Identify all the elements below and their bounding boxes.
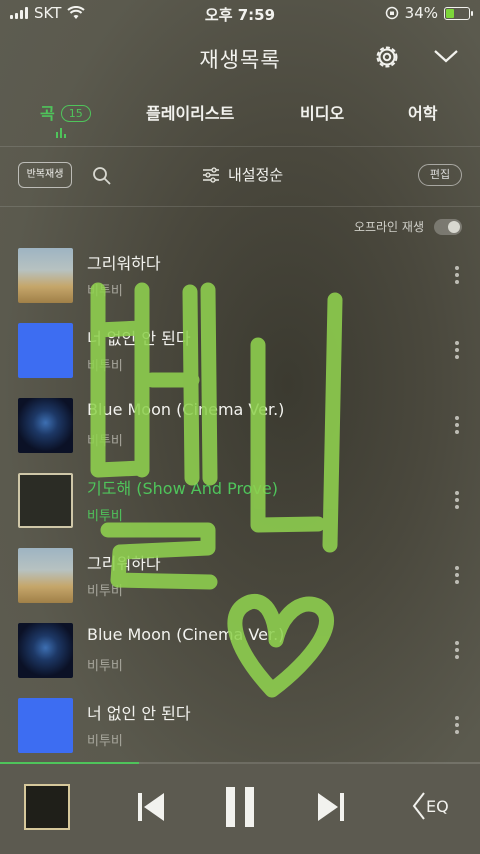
song-artist: 비투비 bbox=[87, 434, 123, 449]
page-title: 재생목록 bbox=[199, 48, 281, 72]
offline-label: 오프라인 재생 bbox=[353, 220, 424, 234]
sliders-icon bbox=[203, 166, 219, 183]
more-icon[interactable] bbox=[452, 641, 462, 659]
tab-songs[interactable]: 곡 15 bbox=[40, 100, 91, 124]
tab-bar: 곡 15 플레이리스트 비디오 어학 bbox=[0, 100, 480, 138]
offline-play: 오프라인 재생 bbox=[354, 218, 462, 235]
speaker-icon bbox=[412, 792, 425, 820]
album-art bbox=[18, 398, 73, 453]
next-icon[interactable] bbox=[316, 791, 346, 823]
status-bar: SKT 오후 7:59 34% bbox=[0, 0, 480, 28]
toolbar: 반복재생 내설정순 편집 bbox=[0, 160, 480, 192]
eq-button[interactable]: EQ bbox=[412, 791, 449, 821]
song-artist: 비투비 bbox=[87, 734, 123, 749]
sort-button[interactable]: 내설정순 bbox=[202, 164, 283, 185]
song-title: 그리워하다 bbox=[87, 254, 161, 273]
divider bbox=[0, 146, 480, 147]
song-artist: 비투비 bbox=[87, 509, 123, 524]
chevron-down-icon[interactable] bbox=[432, 46, 460, 66]
search-icon[interactable] bbox=[92, 166, 112, 186]
song-title: 너 없인 안 된다 bbox=[87, 704, 191, 723]
more-icon[interactable] bbox=[452, 491, 462, 509]
more-icon[interactable] bbox=[452, 716, 462, 734]
more-icon[interactable] bbox=[452, 566, 462, 584]
song-artist: 비투비 bbox=[87, 659, 123, 674]
song-title: Blue Moon (Cinema Ver.) bbox=[87, 625, 285, 644]
tab-songs-label: 곡 bbox=[40, 104, 55, 123]
tab-playlists[interactable]: 플레이리스트 bbox=[146, 100, 234, 124]
more-icon[interactable] bbox=[452, 266, 462, 284]
album-art bbox=[18, 698, 73, 753]
song-count-badge: 15 bbox=[60, 105, 91, 122]
pause-icon[interactable] bbox=[224, 786, 256, 828]
offline-toggle[interactable] bbox=[434, 218, 462, 235]
list-item-playing[interactable]: 기도해 (Show And Prove) 비투비 bbox=[0, 473, 480, 531]
list-item[interactable]: 그리워하다 비투비 bbox=[0, 248, 480, 306]
battery-icon bbox=[444, 6, 473, 20]
album-art bbox=[18, 323, 73, 378]
gear-icon[interactable] bbox=[372, 42, 402, 72]
eq-label: EQ bbox=[426, 796, 449, 816]
tab-language[interactable]: 어학 bbox=[408, 100, 437, 124]
list-item[interactable]: Blue Moon (Cinema Ver.) 비투비 bbox=[0, 398, 480, 456]
more-icon[interactable] bbox=[452, 416, 462, 434]
song-title: 기도해 (Show And Prove) bbox=[87, 479, 279, 498]
song-title: Blue Moon (Cinema Ver.) bbox=[87, 400, 285, 419]
song-artist: 비투비 bbox=[87, 359, 123, 374]
song-artist: 비투비 bbox=[87, 584, 123, 599]
repeat-button[interactable]: 반복재생 bbox=[18, 162, 72, 188]
album-art bbox=[18, 623, 73, 678]
list-item[interactable]: 그리워하다 비투비 bbox=[0, 548, 480, 606]
album-art bbox=[18, 248, 73, 303]
edit-button[interactable]: 편집 bbox=[418, 164, 462, 186]
song-artist: 비투비 bbox=[87, 284, 123, 299]
orientation-lock-icon bbox=[385, 6, 398, 20]
previous-icon[interactable] bbox=[136, 791, 166, 823]
tab-video[interactable]: 비디오 bbox=[300, 100, 344, 124]
album-art bbox=[18, 548, 73, 603]
divider bbox=[0, 206, 480, 207]
sort-label: 내설정순 bbox=[228, 166, 284, 184]
list-item[interactable]: 너 없인 안 된다 비투비 bbox=[0, 698, 480, 756]
album-art bbox=[18, 473, 73, 528]
list-item[interactable]: Blue Moon (Cinema Ver.) 비투비 bbox=[0, 623, 480, 681]
equalizer-icon bbox=[56, 128, 66, 138]
list-item[interactable]: 너 없인 안 된다 비투비 bbox=[0, 323, 480, 381]
mini-player: EQ bbox=[0, 764, 480, 854]
song-title: 너 없인 안 된다 bbox=[87, 329, 191, 348]
song-title: 그리워하다 bbox=[87, 554, 161, 573]
more-icon[interactable] bbox=[452, 341, 462, 359]
header: 재생목록 bbox=[0, 38, 480, 78]
battery-percent: 34% bbox=[404, 4, 438, 22]
now-playing-art[interactable] bbox=[24, 784, 70, 830]
